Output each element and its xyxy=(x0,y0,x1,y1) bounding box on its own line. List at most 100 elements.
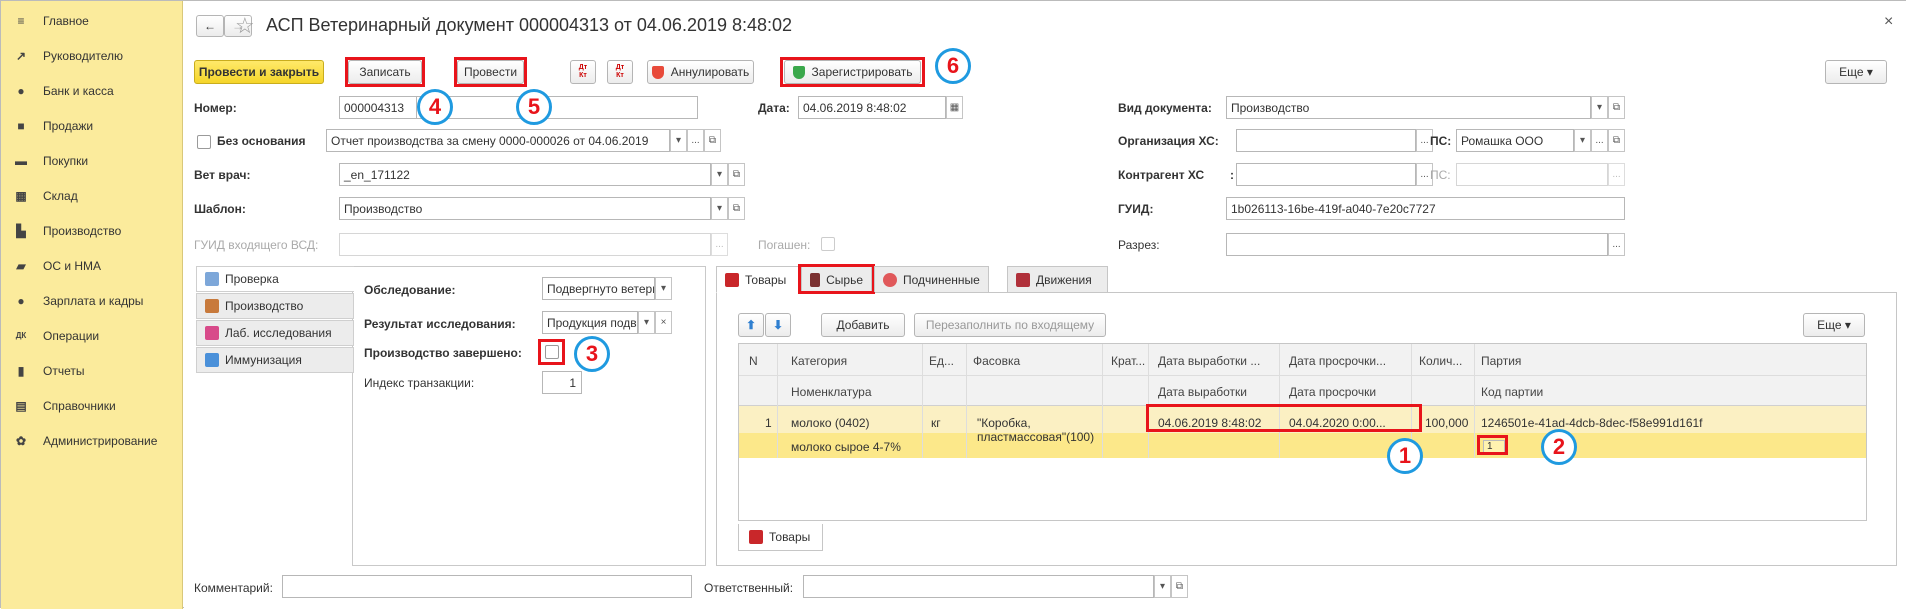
shablon-field[interactable]: Производство xyxy=(339,197,711,220)
favorite-star-icon[interactable]: ☆ xyxy=(235,13,255,39)
calendar-icon[interactable]: ▦ xyxy=(946,96,963,119)
osnovanie-field[interactable]: Отчет производства за смену 0000-000026 … xyxy=(326,129,670,152)
responsible-field[interactable] xyxy=(803,575,1154,598)
more-button[interactable]: Еще ▾ xyxy=(1825,60,1887,84)
sidebar-item[interactable]: ≡ Главное xyxy=(1,3,183,38)
chevron-down-icon[interactable]: ▾ xyxy=(655,277,672,300)
col-date-prod-2[interactable]: Дата выработки xyxy=(1158,385,1247,399)
table-more-button[interactable]: Еще ▾ xyxy=(1803,313,1865,337)
cell-unit[interactable]: кг xyxy=(931,416,941,430)
obsl-field[interactable]: Подвергнуто ветерин xyxy=(542,277,655,300)
guid-field[interactable]: 1b026113-16be-419f-a040-7e20c7727 xyxy=(1226,197,1625,220)
col-date-exp-2[interactable]: Дата просрочки xyxy=(1289,385,1376,399)
kontragent-field[interactable] xyxy=(1236,163,1416,186)
sidebar-item[interactable]: ↗ Руководителю xyxy=(1,38,183,73)
vtab-proizvodstvo[interactable]: Производство xyxy=(196,293,354,319)
data-field[interactable]: 04.06.2019 8:48:02 xyxy=(798,96,946,119)
col-qty[interactable]: Колич... xyxy=(1419,354,1462,368)
nomer-field[interactable]: 000004313 xyxy=(339,96,417,119)
chevron-down-icon[interactable]: ▾ xyxy=(670,129,687,152)
save-button[interactable]: Записать xyxy=(348,60,422,84)
chevron-down-icon[interactable]: ▾ xyxy=(711,163,728,186)
register-button[interactable]: Зарегистрировать xyxy=(784,60,921,84)
cell-category[interactable]: молоко (0402) xyxy=(791,416,870,430)
sidebar-item[interactable]: ▙ Производство xyxy=(1,213,183,248)
cell-party[interactable]: 1246501e-41ad-4dcb-8dec-f58e991d161f xyxy=(1481,416,1703,430)
bez-osnovaniya-checkbox[interactable] xyxy=(197,135,211,149)
move-down-button[interactable]: ⬇ xyxy=(765,313,791,337)
post-button[interactable]: Провести xyxy=(457,60,524,84)
sidebar-item[interactable]: ■ Продажи xyxy=(1,108,183,143)
vtab-lab[interactable]: Лаб. исследования xyxy=(196,320,354,346)
col-date-exp[interactable]: Дата просрочки... xyxy=(1289,354,1386,368)
tab-tovary[interactable]: Товары xyxy=(716,266,799,293)
tab-podchinennye[interactable]: Подчиненные xyxy=(874,266,989,292)
vet-field[interactable]: _en_171122 xyxy=(339,163,711,186)
open-icon[interactable]: ⧉ xyxy=(1171,575,1188,598)
chevron-down-icon[interactable]: ▾ xyxy=(1591,96,1608,119)
vtab-immunization[interactable]: Иммунизация xyxy=(196,347,354,373)
chevron-down-icon[interactable]: ▾ xyxy=(711,197,728,220)
col-date-prod[interactable]: Дата выработки ... xyxy=(1158,354,1260,368)
index-field[interactable]: 1 xyxy=(542,371,582,394)
chevron-down-icon[interactable]: ▾ xyxy=(638,311,655,334)
col-krat[interactable]: Крат... xyxy=(1111,354,1145,368)
sidebar-item[interactable]: ▦ Склад xyxy=(1,178,183,213)
sidebar-item[interactable]: ● Зарплата и кадры xyxy=(1,283,183,318)
col-n[interactable]: N xyxy=(749,354,758,368)
open-icon[interactable]: ⧉ xyxy=(728,197,745,220)
chevron-down-icon[interactable]: ▾ xyxy=(1154,575,1171,598)
done-checkbox[interactable] xyxy=(545,345,559,359)
chevron-down-icon[interactable]: ▾ xyxy=(1574,129,1591,152)
dt-kt-button-2[interactable]: Дт Кт xyxy=(607,60,633,84)
dt-kt-button-1[interactable]: Дт Кт xyxy=(570,60,596,84)
col-party[interactable]: Партия xyxy=(1481,354,1521,368)
open-icon[interactable]: ⧉ xyxy=(1608,129,1625,152)
org-field[interactable] xyxy=(1236,129,1416,152)
ellipsis-button[interactable]: ... xyxy=(1608,233,1625,256)
nomer-field-extension[interactable] xyxy=(417,96,698,119)
cell-pack-2[interactable]: пластмассовая"(100) xyxy=(977,430,1094,444)
sidebar-item[interactable]: ДК Операции xyxy=(1,318,183,353)
annul-button[interactable]: Аннулировать xyxy=(647,60,754,84)
add-button[interactable]: Добавить xyxy=(821,313,905,337)
result-field[interactable]: Продукция подве xyxy=(542,311,638,334)
open-icon[interactable]: ⧉ xyxy=(1608,96,1625,119)
col-nomenclature[interactable]: Номенклатура xyxy=(791,385,872,399)
ps-field[interactable]: Ромашка ООО xyxy=(1456,129,1574,152)
post-and-close-button[interactable]: Провести и закрыть xyxy=(194,60,324,84)
sidebar-item[interactable]: ✿ Администрирование xyxy=(1,423,183,458)
cell-date-exp[interactable]: 04.04.2020 0:00... xyxy=(1289,416,1386,430)
back-button[interactable]: ← xyxy=(196,15,224,37)
col-party-code[interactable]: Код партии xyxy=(1481,385,1543,399)
tab-syrye[interactable]: Сырье xyxy=(801,266,872,292)
ellipsis-button[interactable]: ... xyxy=(1591,129,1608,152)
sidebar-item[interactable]: ▬ Покупки xyxy=(1,143,183,178)
sidebar-item[interactable]: ▤ Справочники xyxy=(1,388,183,423)
cell-qty[interactable]: 100,000 xyxy=(1425,416,1468,430)
vtab-proverka[interactable]: Проверка xyxy=(196,266,354,292)
move-up-button[interactable]: ⬆ xyxy=(738,313,764,337)
col-pack[interactable]: Фасовка xyxy=(973,354,1020,368)
sidebar-item[interactable]: ▮ Отчеты xyxy=(1,353,183,388)
ellipsis-button[interactable]: ... xyxy=(687,129,704,152)
cell-party-code[interactable]: 1 xyxy=(1483,440,1505,455)
cell-n[interactable]: 1 xyxy=(765,416,772,430)
open-icon[interactable]: ⧉ xyxy=(728,163,745,186)
clear-icon[interactable]: × xyxy=(655,311,672,334)
close-button[interactable]: × xyxy=(1884,13,1893,31)
cell-pack-1[interactable]: "Коробка, xyxy=(977,416,1031,430)
refill-button[interactable]: Перезаполнить по входящему xyxy=(914,313,1106,337)
cell-nomenclature[interactable]: молоко сырое 4-7% xyxy=(791,440,901,454)
open-icon[interactable]: ⧉ xyxy=(704,129,721,152)
sidebar-item[interactable]: ● Банк и касса xyxy=(1,73,183,108)
razrez-field[interactable] xyxy=(1226,233,1608,256)
sidebar-item[interactable]: ▰ ОС и НМА xyxy=(1,248,183,283)
col-unit[interactable]: Ед... xyxy=(929,354,954,368)
bottom-tab-tovary[interactable]: Товары xyxy=(738,524,823,551)
tab-dvizheniya[interactable]: Движения xyxy=(1007,266,1108,292)
comment-field[interactable] xyxy=(282,575,692,598)
cell-date-prod[interactable]: 04.06.2019 8:48:02 xyxy=(1158,416,1261,430)
col-category[interactable]: Категория xyxy=(791,354,847,368)
vid-field[interactable]: Производство xyxy=(1226,96,1591,119)
